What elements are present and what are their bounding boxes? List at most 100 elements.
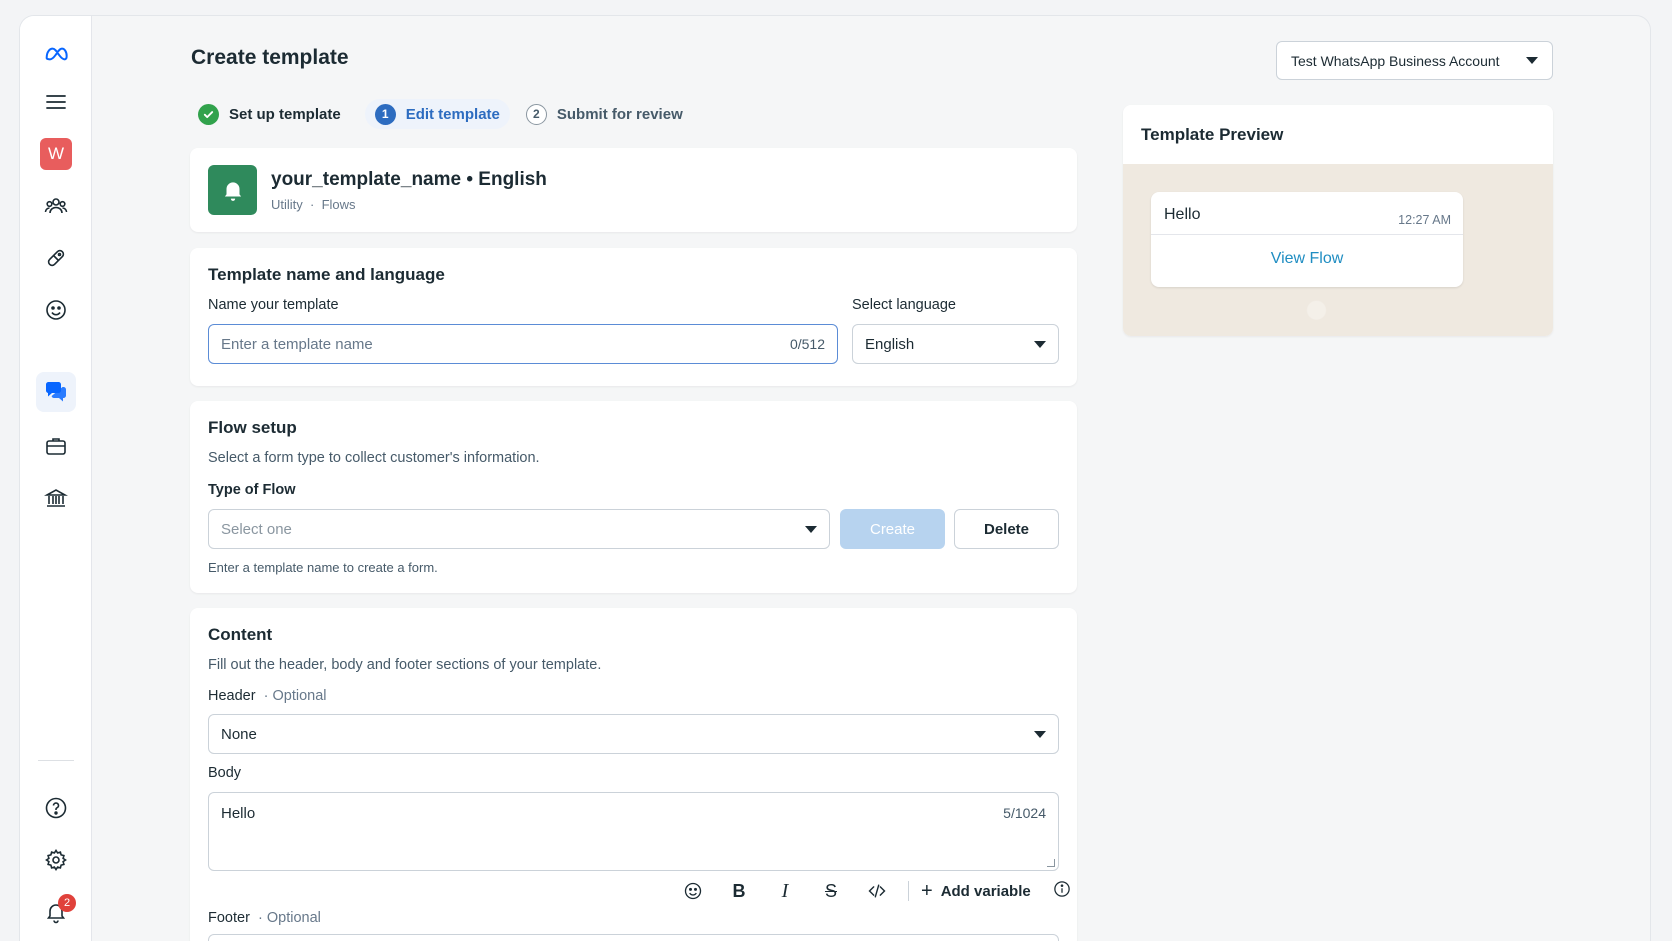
body-char-counter: 5/1024 [1003,805,1046,821]
section-title: Content [208,625,273,644]
optional-tag: Optional [272,688,327,704]
label-dot: · [263,688,269,704]
language-value: English [865,335,915,353]
footer-input[interactable] [208,934,1059,941]
preview-title: Template Preview [1141,125,1284,144]
formatting-toolbar: B I S + Add variable [670,876,1071,906]
avatar-letter: W [40,138,72,170]
language-label: Select language [852,297,956,313]
header-type-select[interactable]: None [208,714,1059,754]
language-select[interactable]: English [852,324,1059,364]
strikethrough-icon: S [824,880,837,901]
help-icon[interactable] [36,788,76,828]
bubble-divider [1151,234,1463,235]
name-language-card: Template name and language Name your tem… [190,248,1077,386]
header-label-text: Header [208,688,256,704]
message-time: 12:27 AM [1398,213,1451,227]
flow-type-select[interactable]: Select one [208,509,830,549]
flow-description: Select a form type to collect customer's… [208,450,540,466]
step-label: Submit for review [556,105,683,123]
step-set-up-template[interactable]: Set up template [196,99,351,129]
section-title: Flow setup [208,418,297,437]
emoji-button[interactable] [670,876,716,906]
smiley-icon[interactable] [36,290,76,330]
italic-icon: I [781,879,789,902]
section-title: Template name and language [208,265,445,284]
content-description: Fill out the header, body and footer sec… [208,657,602,673]
body-label: Body [208,765,242,781]
menu-icon[interactable] [36,82,76,122]
add-variable-button[interactable]: + Add variable [921,880,1031,903]
smiley-icon [684,882,702,900]
delete-flow-button[interactable]: Delete [954,509,1059,549]
header-label: Header · Optional [208,688,327,704]
body-value: Hello [221,805,256,822]
bell-icon[interactable]: 2 [36,892,76,932]
meta-separator: · [310,197,315,212]
add-variable-label: Add variable [940,882,1031,900]
workspace-avatar[interactable]: W [36,134,76,174]
flow-type-label: Type of Flow [208,482,296,498]
step-label: Set up template [229,105,341,123]
code-button[interactable] [854,876,900,906]
footer-label: Footer · Optional [208,910,321,926]
chat-background: Hello 12:27 AM View Flow [1123,164,1553,336]
flow-type-placeholder: Select one [221,520,292,538]
briefcase-icon[interactable] [36,426,76,466]
notification-badge: 2 [58,894,76,912]
flow-setup-card: Flow setup Select a form type to collect… [190,401,1077,593]
header-type-value: None [221,725,257,743]
template-name-title: your_template_name • English [271,169,547,190]
bold-icon: B [732,880,746,901]
progress-stepper: Set up template 1 Edit template 2 Submit… [196,99,707,129]
content-card: Content Fill out the header, body and fo… [190,608,1077,941]
strikethrough-button[interactable]: S [808,876,854,906]
step-submit-for-review[interactable]: 2 Submit for review [524,99,693,129]
step-number: 2 [525,103,547,125]
template-name-input[interactable]: Enter a template name 0/512 [208,324,838,364]
message-text: Hello [1164,206,1201,223]
tag-icon[interactable] [36,238,76,278]
name-char-counter: 0/512 [789,336,825,352]
template-summary-card: your_template_name • English Utility · F… [190,148,1077,232]
left-sidebar: W 2 [20,16,92,941]
label-dot: · [257,910,263,926]
footer-label-text: Footer [208,910,250,926]
bold-button[interactable]: B [716,876,762,906]
template-category: Utility [271,197,303,212]
chevron-down-icon [1034,730,1046,738]
template-meta: Utility · Flows [271,197,356,212]
template-name-placeholder: Enter a template name [221,335,373,353]
name-label: Name your template [208,297,339,313]
sidebar-divider [38,760,74,761]
account-selector-value: Test WhatsApp Business Account [1291,52,1500,69]
template-type: Flows [321,197,356,212]
view-flow-button[interactable]: View Flow [1151,250,1463,268]
code-icon [868,884,886,898]
people-icon[interactable] [36,186,76,226]
resize-handle[interactable] [1047,859,1055,867]
toolbar-divider [908,881,909,901]
bell-icon [208,165,257,215]
plus-icon: + [921,879,933,902]
chevron-down-icon [805,525,817,533]
step-number: 1 [374,103,396,125]
account-selector[interactable]: Test WhatsApp Business Account [1276,41,1553,80]
template-preview-panel: Template Preview Hello 12:27 AM View Flo… [1123,105,1553,336]
chevron-down-icon [1034,340,1046,348]
chevron-down-icon [1526,57,1538,64]
chat-bubbles-icon[interactable] [36,372,76,412]
bank-icon[interactable] [36,478,76,518]
gear-icon[interactable] [36,840,76,880]
step-label: Edit template [405,105,500,123]
italic-button[interactable]: I [762,876,808,906]
checkmark-icon [198,103,219,125]
step-edit-template[interactable]: 1 Edit template [364,99,510,129]
body-textarea[interactable]: Hello 5/1024 [208,792,1059,871]
create-flow-button[interactable]: Create [840,509,945,549]
page-title: Create template [191,46,349,69]
message-bubble: Hello 12:27 AM View Flow [1151,192,1463,287]
optional-tag: Optional [266,910,321,926]
meta-logo-icon[interactable] [36,34,76,74]
info-icon[interactable] [1053,880,1071,903]
